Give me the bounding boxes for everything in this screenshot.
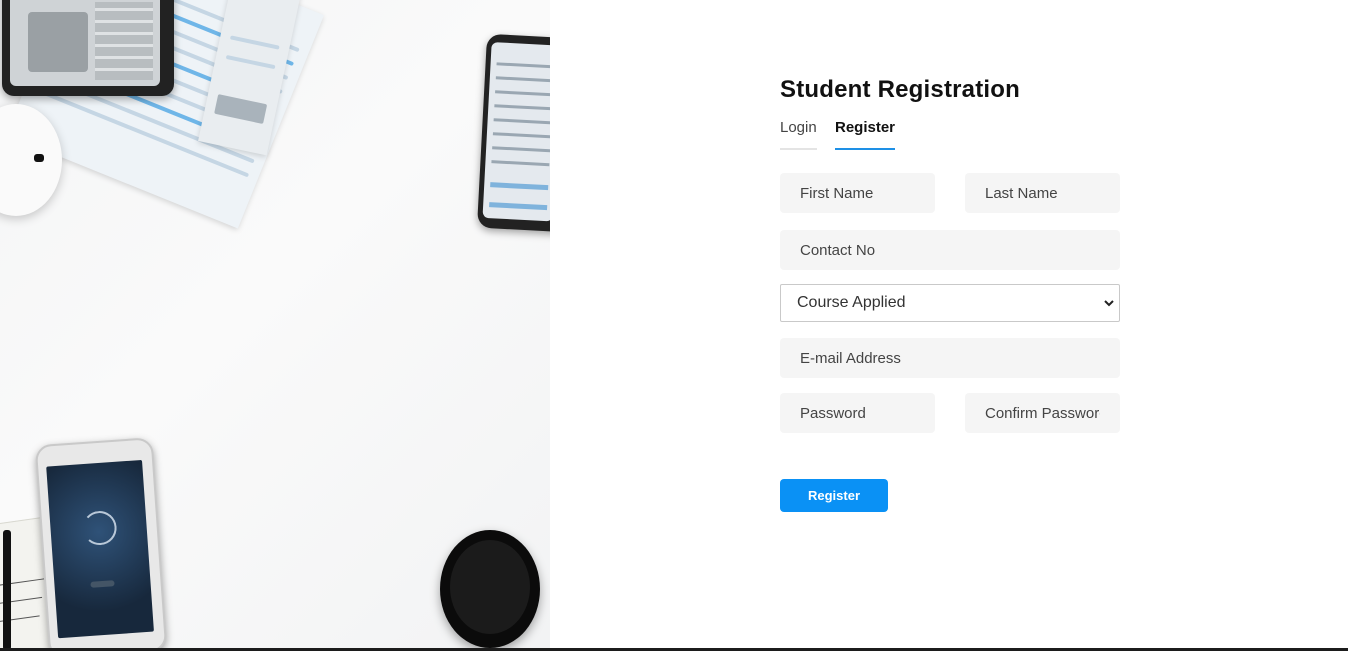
contact-no-field[interactable] bbox=[780, 230, 1120, 270]
phone-top-left bbox=[2, 0, 174, 96]
pen bbox=[3, 530, 11, 648]
page-title: Student Registration bbox=[780, 76, 1021, 103]
tab-register[interactable]: Register bbox=[835, 118, 896, 150]
confirm-password-field[interactable] bbox=[965, 393, 1120, 433]
first-name-field[interactable] bbox=[780, 173, 935, 213]
course-select-value: Course Applied bbox=[797, 294, 906, 311]
hero-image bbox=[0, 0, 550, 648]
tab-login[interactable]: Login bbox=[780, 118, 817, 150]
phone-bottom bbox=[34, 437, 168, 648]
coffee-cup bbox=[440, 530, 540, 648]
chevron-down-icon bbox=[1104, 300, 1114, 307]
password-field[interactable] bbox=[780, 393, 935, 433]
email-field[interactable] bbox=[780, 338, 1120, 378]
phone-top-right bbox=[476, 33, 550, 233]
course-select[interactable]: Course Applied bbox=[780, 284, 1120, 322]
register-button[interactable]: Register bbox=[780, 479, 888, 512]
last-name-field[interactable] bbox=[965, 173, 1120, 213]
